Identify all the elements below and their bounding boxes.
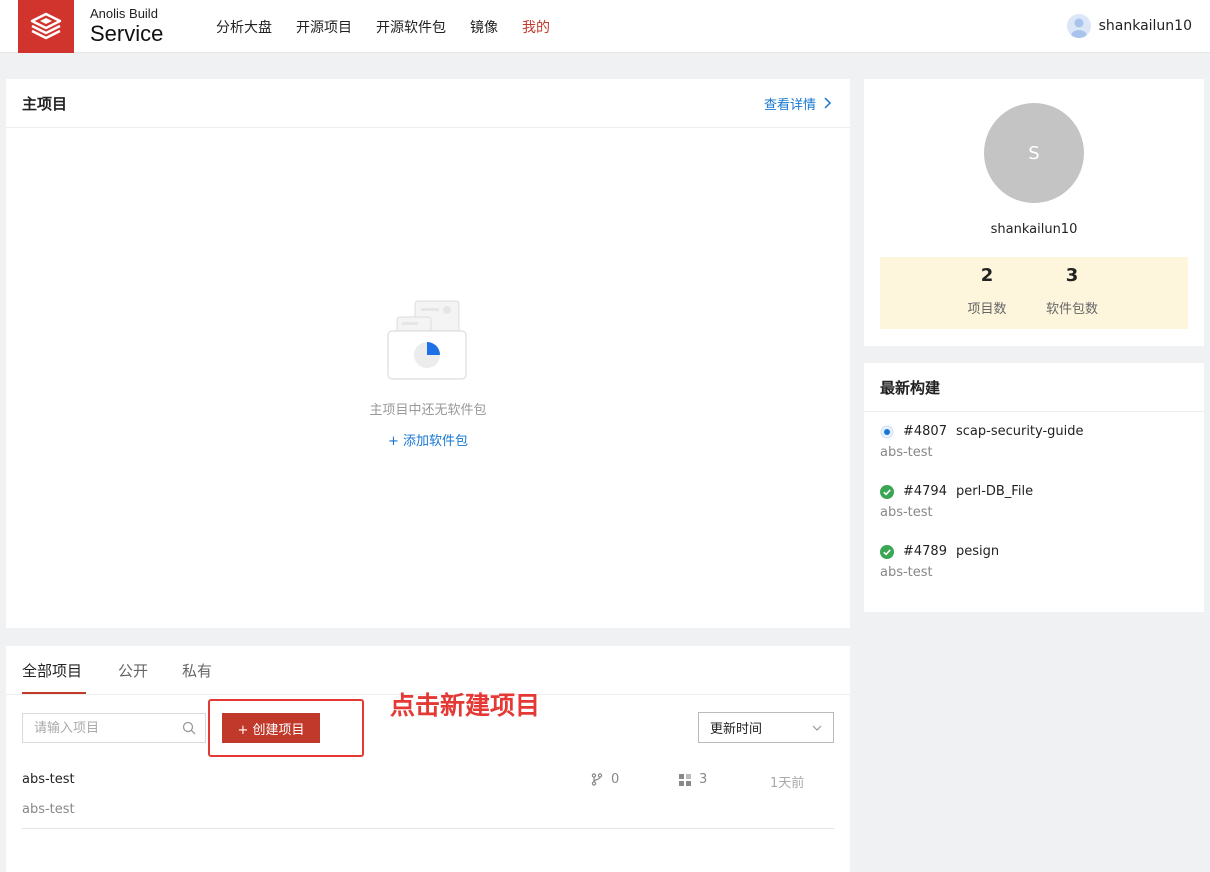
sort-select[interactable]: 更新时间 <box>698 712 834 743</box>
user-name: shankailun10 <box>1098 18 1192 34</box>
view-details-link[interactable]: 查看详情 <box>764 94 834 113</box>
tab-private[interactable]: 私有 <box>182 660 212 681</box>
brand-top-text: Anolis Build <box>90 6 158 21</box>
profile-name: shankailun10 <box>990 222 1078 237</box>
latest-builds-header: 最新构建 <box>864 363 1204 412</box>
main-project-card: 主项目 查看详情 主项目中还无软件包 + 添加软件包 <box>6 79 850 628</box>
package-grid-icon <box>679 773 691 786</box>
build-success-icon <box>880 544 894 559</box>
build-line: #4807 scap-security-guide <box>880 424 1084 439</box>
profile-avatar: S <box>984 103 1084 203</box>
nav-item-images[interactable]: 镜像 <box>470 17 498 37</box>
projects-list-card: 全部项目 公开 私有 + 创建项目 更新时间 abs-test abs-test <box>6 646 850 872</box>
main-nav: 分析大盘 开源项目 开源软件包 镜像 我的 <box>216 0 574 53</box>
build-project: abs-test <box>880 445 933 460</box>
empty-text: 主项目中还无软件包 <box>369 403 487 418</box>
build-item[interactable]: #4789 pesign abs-test <box>880 544 999 580</box>
project-search-input[interactable] <box>23 714 173 742</box>
logo-icon <box>30 12 62 39</box>
chevron-right-icon <box>824 97 832 109</box>
project-description: abs-test <box>22 802 75 817</box>
empty-state: 主项目中还无软件包 + 添加软件包 <box>6 299 850 449</box>
top-navbar: Anolis Build Service 分析大盘 开源项目 开源软件包 镜像 … <box>0 0 1210 53</box>
build-line: #4789 pesign <box>880 544 999 559</box>
project-search <box>22 713 206 743</box>
add-package-link[interactable]: + 添加软件包 <box>388 430 468 449</box>
build-package-name: scap-security-guide <box>955 424 1084 439</box>
nav-item-mine[interactable]: 我的 <box>522 17 550 37</box>
build-project: abs-test <box>880 565 933 580</box>
build-package-name: perl-DB_File <box>955 484 1034 499</box>
nav-item-open-projects[interactable]: 开源项目 <box>296 17 352 37</box>
updated-time: 1天前 <box>770 776 805 791</box>
tab-all-projects[interactable]: 全部项目 <box>22 660 82 681</box>
main-project-header: 主项目 查看详情 <box>6 79 850 128</box>
build-id: #4789 <box>903 544 947 559</box>
profile-stats: 2 项目数 3 软件包数 <box>880 257 1188 329</box>
brand-name[interactable]: Anolis Build Service <box>90 6 163 46</box>
annotation-text: 点击新建项目 <box>390 691 541 720</box>
project-count-stat[interactable]: 2 项目数 <box>947 265 1027 317</box>
build-item[interactable]: #4807 scap-security-guide abs-test <box>880 424 1084 460</box>
branch-count: 0 <box>591 772 619 787</box>
nav-item-open-packages[interactable]: 开源软件包 <box>376 17 446 37</box>
build-line: #4794 perl-DB_File <box>880 484 1033 499</box>
package-count-stat[interactable]: 3 软件包数 <box>1032 265 1112 317</box>
branch-count-value: 0 <box>611 772 620 787</box>
build-success-icon <box>880 484 894 499</box>
build-id: #4807 <box>903 424 947 439</box>
brand-bottom-text: Service <box>90 21 164 46</box>
branch-icon <box>591 773 603 786</box>
latest-builds-title: 最新构建 <box>880 378 941 397</box>
project-count-label: 项目数 <box>967 302 1007 317</box>
tab-public[interactable]: 公开 <box>118 660 148 681</box>
empty-box-icon <box>387 300 467 380</box>
package-count-label: 软件包数 <box>1045 302 1098 317</box>
main-project-title: 主项目 <box>22 94 68 113</box>
build-package-name: pesign <box>955 544 1000 559</box>
profile-card: S shankailun10 2 项目数 3 软件包数 <box>864 79 1204 346</box>
build-item[interactable]: #4794 perl-DB_File abs-test <box>880 484 1033 520</box>
latest-builds-card: 最新构建 #4807 scap-security-guide abs-test … <box>864 363 1204 612</box>
user-avatar-icon <box>1066 14 1091 38</box>
nav-item-dashboard[interactable]: 分析大盘 <box>216 17 272 37</box>
search-icon[interactable] <box>182 721 196 735</box>
project-name: abs-test <box>22 772 75 787</box>
build-project: abs-test <box>880 505 933 520</box>
user-menu[interactable]: shankailun10 <box>1066 14 1192 38</box>
package-count: 3 <box>679 772 707 787</box>
build-id: #4794 <box>903 484 947 499</box>
chevron-down-icon <box>812 725 822 731</box>
sort-select-value: 更新时间 <box>710 722 763 737</box>
project-row[interactable]: abs-test abs-test 0 3 1天前 <box>22 762 834 829</box>
project-count: 2 <box>980 265 994 286</box>
package-count: 3 <box>1065 265 1079 286</box>
active-tab-indicator <box>22 692 86 694</box>
view-details-label: 查看详情 <box>763 97 816 113</box>
create-project-button[interactable]: + 创建项目 <box>222 713 320 743</box>
build-running-icon <box>880 425 894 439</box>
package-count-value: 3 <box>699 772 708 787</box>
logo[interactable] <box>18 0 74 53</box>
